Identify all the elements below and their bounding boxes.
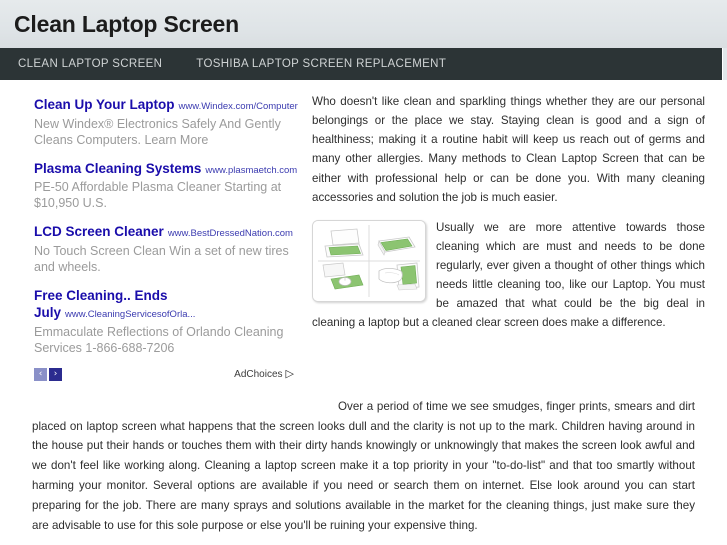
nav-item-clean-laptop-screen[interactable]: CLEAN LAPTOP SCREEN — [18, 58, 162, 70]
ad-url[interactable]: www.Windex.com/Computer — [179, 101, 298, 112]
ad-headline: Clean Up Your Laptop www.Windex.com/Compu… — [34, 96, 306, 114]
ad-description: PE-50 Affordable Plasma Cleaner Starting… — [34, 180, 282, 211]
ad-unit: Clean Up Your Laptop www.Windex.com/Compu… — [34, 96, 306, 148]
content-area: Clean Up Your Laptop www.Windex.com/Compu… — [0, 80, 727, 536]
ad-url[interactable]: www.BestDressedNation.com — [168, 228, 293, 239]
page-root: Clean Laptop Screen CLEAN LAPTOP SCREEN … — [0, 0, 727, 545]
ad-description: Emmaculate Reflections of Orlando Cleani… — [34, 324, 284, 355]
ad-headline: Plasma Cleaning Systems www.plasmaetch.co… — [34, 160, 306, 178]
nav-item-toshiba-laptop-screen-replacement[interactable]: TOSHIBA LAPTOP SCREEN REPLACEMENT — [196, 58, 446, 70]
ad-description: No Touch Screen Clean Win a set of new t… — [34, 243, 289, 274]
adchoices-label: AdChoices — [234, 368, 283, 380]
article-paragraph-1: Who doesn't like clean and sparkling thi… — [312, 95, 705, 204]
ad-unit: Free Cleaning.. Ends July www.CleaningSer… — [34, 287, 306, 356]
ad-description: New Windex® Electronics Safely And Gentl… — [34, 116, 281, 147]
top-row: Clean Up Your Laptop www.Windex.com/Compu… — [16, 92, 711, 381]
ad-block: Clean Up Your Laptop www.Windex.com/Compu… — [16, 92, 306, 381]
article-paragraph-3: Over a period of time we see smudges, fi… — [16, 393, 711, 537]
site-header: Clean Laptop Screen — [0, 0, 727, 48]
laptop-cleaning-steps-icon — [313, 220, 425, 301]
adchoices-triangle-icon: ▷ — [285, 367, 294, 380]
ad-url[interactable]: www.plasmaetch.com — [205, 165, 297, 176]
ad-title-link[interactable]: Plasma Cleaning Systems — [34, 161, 201, 176]
navigation-wrapper: CLEAN LAPTOP SCREEN TOSHIBA LAPTOP SCREE… — [0, 48, 727, 80]
adchoices-link[interactable]: AdChoices ▷ — [234, 367, 294, 380]
figure-and-paragraph-2: Usually we are more attentive towards th… — [312, 218, 705, 344]
main-navigation: CLEAN LAPTOP SCREEN TOSHIBA LAPTOP SCREE… — [0, 48, 723, 80]
article-paragraph-3-text: Over a period of time we see smudges, fi… — [32, 399, 695, 533]
ad-pagination: ‹ › — [34, 367, 62, 381]
ad-footer: ‹ › AdChoices ▷ — [34, 367, 306, 381]
ad-previous-arrow-icon[interactable]: ‹ — [34, 367, 47, 381]
ad-unit: Plasma Cleaning Systems www.plasmaetch.co… — [34, 160, 306, 212]
ad-title-link[interactable]: LCD Screen Cleaner — [34, 224, 164, 239]
ad-next-arrow-icon[interactable]: › — [49, 367, 62, 381]
page-title: Clean Laptop Screen — [14, 10, 239, 37]
ad-url[interactable]: www.CleaningServicesofOrla... — [65, 309, 195, 320]
ad-headline: Free Cleaning.. Ends July www.CleaningSer… — [34, 287, 306, 322]
ad-unit: LCD Screen Cleaner www.BestDressedNation.… — [34, 223, 306, 275]
ad-title-link[interactable]: Clean Up Your Laptop — [34, 97, 175, 112]
laptop-cleaning-illustration — [312, 219, 426, 302]
ad-headline: LCD Screen Cleaner www.BestDressedNation.… — [34, 223, 306, 241]
article-right-column: Who doesn't like clean and sparkling thi… — [306, 92, 711, 344]
